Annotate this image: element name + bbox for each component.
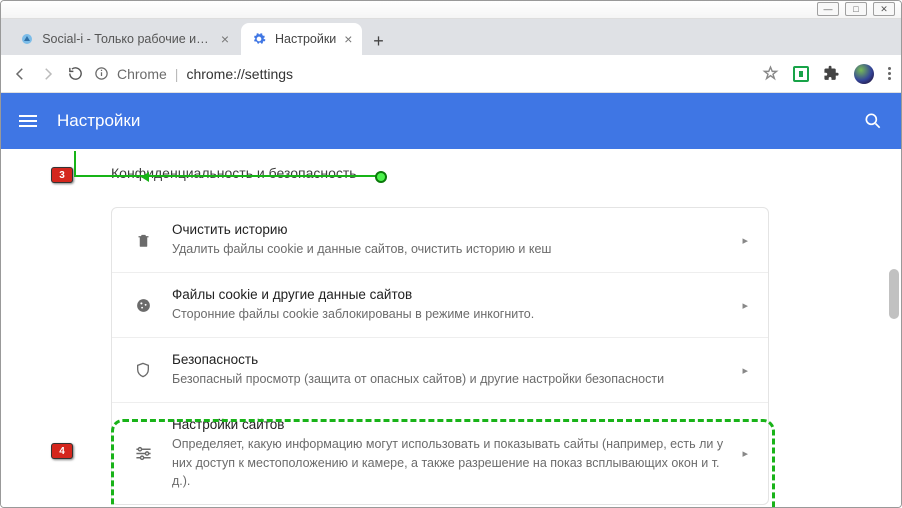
extensions-icon[interactable] — [823, 65, 840, 82]
bookmark-icon[interactable] — [762, 65, 779, 82]
row-cookies[interactable]: Файлы cookie и другие данные сайтов Стор… — [112, 273, 768, 338]
row-security[interactable]: Безопасность Безопасный просмотр (защита… — [112, 338, 768, 403]
gear-icon — [251, 31, 267, 47]
favicon-social-i — [19, 31, 34, 47]
close-window-button[interactable]: ✕ — [873, 2, 895, 16]
cookie-icon — [132, 297, 154, 314]
menu-icon[interactable] — [19, 115, 37, 127]
address-url: chrome://settings — [186, 66, 293, 82]
chevron-right-icon: ▸ — [742, 299, 748, 312]
row-title: Файлы cookie и другие данные сайтов — [172, 287, 724, 302]
new-tab-button[interactable]: + — [364, 27, 392, 55]
browser-window: — □ ✕ Social-i - Только рабочие инстр × … — [0, 0, 902, 508]
row-clear-history[interactable]: Очистить историю Удалить файлы cookie и … — [112, 208, 768, 273]
scrollbar-thumb[interactable] — [889, 269, 899, 319]
annotation-step-4: 4 — [51, 443, 73, 459]
annotation-step-3: 3 — [51, 167, 73, 183]
page-title: Настройки — [57, 111, 140, 131]
tab-social-i[interactable]: Social-i - Только рабочие инстр × — [9, 23, 239, 55]
row-desc: Сторонние файлы cookie заблокированы в р… — [172, 305, 724, 323]
browser-toolbar: Chrome | chrome://settings — [1, 55, 901, 93]
row-desc: Удалить файлы cookie и данные сайтов, оч… — [172, 240, 724, 258]
shield-icon — [132, 361, 154, 379]
tune-icon — [132, 446, 154, 461]
row-title: Безопасность — [172, 352, 724, 367]
address-bar[interactable]: Chrome | chrome://settings — [94, 66, 752, 82]
chevron-right-icon: ▸ — [742, 364, 748, 377]
chrome-menu-icon[interactable] — [888, 67, 891, 80]
row-title: Очистить историю — [172, 222, 724, 237]
tab-title: Social-i - Только рабочие инстр — [42, 32, 213, 46]
chevron-right-icon: ▸ — [742, 234, 748, 247]
row-title: Настройки сайтов — [172, 417, 724, 432]
extension-icon[interactable] — [793, 66, 809, 82]
tab-strip: Social-i - Только рабочие инстр × Настро… — [1, 19, 901, 55]
tab-title: Настройки — [275, 32, 336, 46]
chevron-right-icon: ▸ — [742, 447, 748, 460]
window-titlebar: — □ ✕ — [1, 1, 901, 19]
privacy-card: Очистить историю Удалить файлы cookie и … — [111, 207, 769, 505]
row-site-settings[interactable]: Настройки сайтов Определяет, какую инфор… — [112, 403, 768, 503]
tab-settings[interactable]: Настройки × — [241, 23, 362, 55]
row-desc: Безопасный просмотр (защита от опасных с… — [172, 370, 724, 388]
section-title: Конфиденциальность и безопасность — [111, 165, 901, 181]
address-divider: | — [175, 66, 179, 82]
annotation-arrow-3 — [74, 175, 384, 177]
forward-button[interactable] — [39, 65, 57, 83]
settings-header: Настройки — [1, 93, 901, 149]
minimize-button[interactable]: — — [817, 2, 839, 16]
close-tab-icon[interactable]: × — [221, 31, 229, 47]
settings-content: Конфиденциальность и безопасность Очисти… — [1, 149, 901, 507]
profile-avatar[interactable] — [854, 64, 874, 84]
reload-button[interactable] — [67, 65, 84, 82]
close-tab-icon[interactable]: × — [344, 31, 352, 47]
maximize-button[interactable]: □ — [845, 2, 867, 16]
info-icon — [94, 66, 109, 81]
row-desc: Определяет, какую информацию могут испол… — [172, 435, 724, 489]
search-icon[interactable] — [863, 111, 883, 131]
trash-icon — [132, 232, 154, 249]
toolbar-right — [762, 64, 891, 84]
address-label: Chrome — [117, 66, 167, 82]
back-button[interactable] — [11, 65, 29, 83]
